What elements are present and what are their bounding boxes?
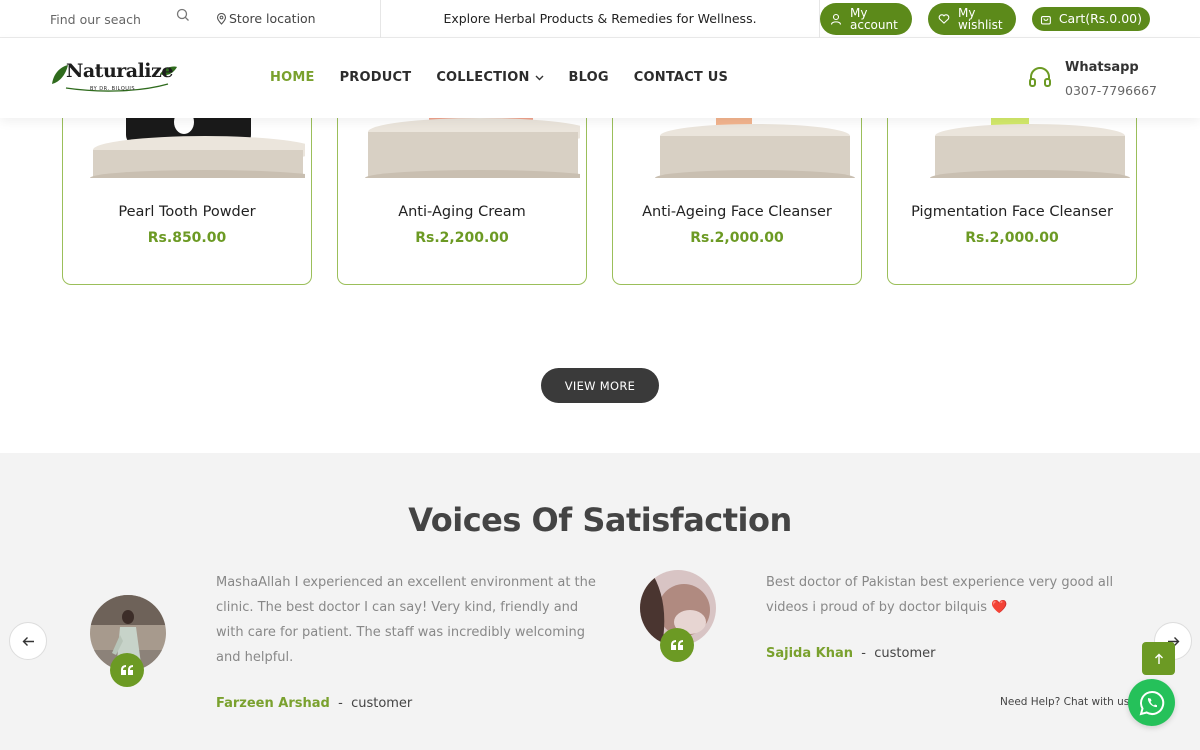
product-price: Rs.2,200.00 bbox=[415, 230, 509, 246]
review-line: with care for patient. The staff was inc… bbox=[216, 625, 586, 640]
reviewer-role: customer bbox=[351, 696, 413, 711]
product-card[interactable]: Anti-Ageing Face Cleanser Rs.2,000.00 bbox=[612, 100, 862, 285]
view-more-button[interactable]: VIEW MORE bbox=[541, 368, 659, 403]
store-location-link[interactable]: Store location bbox=[216, 11, 316, 26]
product-price: Rs.2,000.00 bbox=[965, 230, 1059, 246]
site-logo[interactable]: Naturalize BY DR. BILQUIS bbox=[50, 60, 178, 96]
store-location-label: Store location bbox=[229, 11, 316, 26]
nav-item-home[interactable]: HOME bbox=[270, 70, 315, 85]
product-card[interactable]: Anti-Aging Cream Rs.2,200.00 bbox=[337, 100, 587, 285]
reviewer: Sajida Khan - customer bbox=[766, 646, 935, 661]
review-line: MashaAllah I experienced an excellent en… bbox=[216, 575, 596, 590]
product-name[interactable]: Anti-Ageing Face Cleanser bbox=[613, 204, 861, 220]
nav-label: COLLECTION bbox=[436, 70, 530, 85]
nav-item-blog[interactable]: BLOG bbox=[569, 70, 609, 85]
quote-icon bbox=[110, 653, 144, 687]
top-bar: Store location Explore Herbal Products &… bbox=[0, 0, 1200, 38]
my-wishlist-button[interactable]: My wishlist bbox=[928, 3, 1016, 35]
product-card[interactable]: Pearl Tooth Powder Rs.850.00 bbox=[62, 100, 312, 285]
whatsapp-title: Whatsapp bbox=[1065, 60, 1139, 75]
search-icon[interactable] bbox=[176, 8, 190, 22]
review-text: MashaAllah I experienced an excellent en… bbox=[216, 570, 596, 670]
search-input[interactable] bbox=[40, 11, 170, 27]
product-card[interactable]: Pigmentation Face Cleanser Rs.2,000.00 bbox=[887, 100, 1137, 285]
review-line: and helpful. bbox=[216, 650, 294, 665]
chevron-down-icon bbox=[535, 75, 544, 80]
reviewer-name: Sajida Khan bbox=[766, 646, 854, 661]
product-price: Rs.2,000.00 bbox=[690, 230, 784, 246]
logo-text: Naturalize bbox=[66, 60, 173, 82]
main-header: Naturalize BY DR. BILQUIS HOME PRODUCT C… bbox=[0, 38, 1200, 118]
logo-subtitle: BY DR. BILQUIS bbox=[90, 86, 136, 92]
heart-icon bbox=[938, 14, 950, 24]
product-price: Rs.850.00 bbox=[147, 230, 227, 246]
cart-label: Cart(Rs.0.00) bbox=[1058, 11, 1142, 26]
nav-item-collection[interactable]: COLLECTION bbox=[436, 70, 544, 85]
cart-button[interactable]: Cart(Rs.0.00) bbox=[1032, 7, 1150, 31]
reviewer-separator: - bbox=[338, 696, 343, 711]
product-name[interactable]: Pearl Tooth Powder bbox=[63, 204, 311, 220]
slider-prev-button[interactable] bbox=[9, 622, 47, 660]
section-title: Voices Of Satisfaction bbox=[408, 501, 792, 539]
nav-label: HOME bbox=[270, 70, 315, 85]
review-text: Best doctor of Pakistan best experience … bbox=[766, 570, 1126, 620]
chat-help-text[interactable]: Need Help? Chat with us bbox=[1000, 696, 1129, 708]
reviewer-name: Farzeen Arshad bbox=[216, 696, 330, 711]
arrow-up-icon bbox=[1154, 653, 1163, 664]
whatsapp-phone[interactable]: 0307-7796667 bbox=[1065, 83, 1157, 98]
review-line: Best doctor of Pakistan best experience … bbox=[766, 575, 1114, 590]
headphones-icon bbox=[1029, 67, 1051, 87]
shopping-bag-icon bbox=[1040, 15, 1051, 25]
reviewer-separator: - bbox=[861, 646, 866, 661]
nav-label: CONTACT US bbox=[633, 70, 729, 85]
product-name[interactable]: Pigmentation Face Cleanser bbox=[888, 204, 1136, 220]
product-name[interactable]: Anti-Aging Cream bbox=[338, 204, 586, 220]
user-icon bbox=[830, 13, 842, 25]
nav-label: BLOG bbox=[568, 70, 609, 85]
my-wishlist-label: My wishlist bbox=[957, 6, 1003, 32]
whatsapp-icon bbox=[1139, 690, 1164, 715]
reviewer: Farzeen Arshad - customer bbox=[216, 696, 412, 711]
promo-text: Explore Herbal Products & Remedies for W… bbox=[443, 11, 757, 26]
whatsapp-chat-button[interactable] bbox=[1128, 679, 1175, 726]
my-account-label: My account bbox=[850, 6, 898, 32]
scroll-to-top-button[interactable] bbox=[1142, 642, 1175, 675]
my-account-button[interactable]: My account bbox=[820, 3, 912, 35]
nav-item-contact-us[interactable]: CONTACT US bbox=[634, 70, 728, 85]
location-pin-icon bbox=[216, 12, 227, 25]
arrow-left-icon bbox=[22, 636, 34, 646]
nav-label: PRODUCT bbox=[339, 70, 412, 85]
review-line: clinic. The best doctor I can say! Very … bbox=[216, 600, 579, 615]
review-line: videos i proud of by doctor bilquis ❤️ bbox=[766, 600, 1008, 615]
main-menu: HOME PRODUCT COLLECTION BLOG CONTACT US bbox=[270, 70, 728, 85]
quote-icon bbox=[660, 628, 694, 662]
nav-item-product[interactable]: PRODUCT bbox=[340, 70, 412, 85]
reviewer-role: customer bbox=[874, 646, 936, 661]
